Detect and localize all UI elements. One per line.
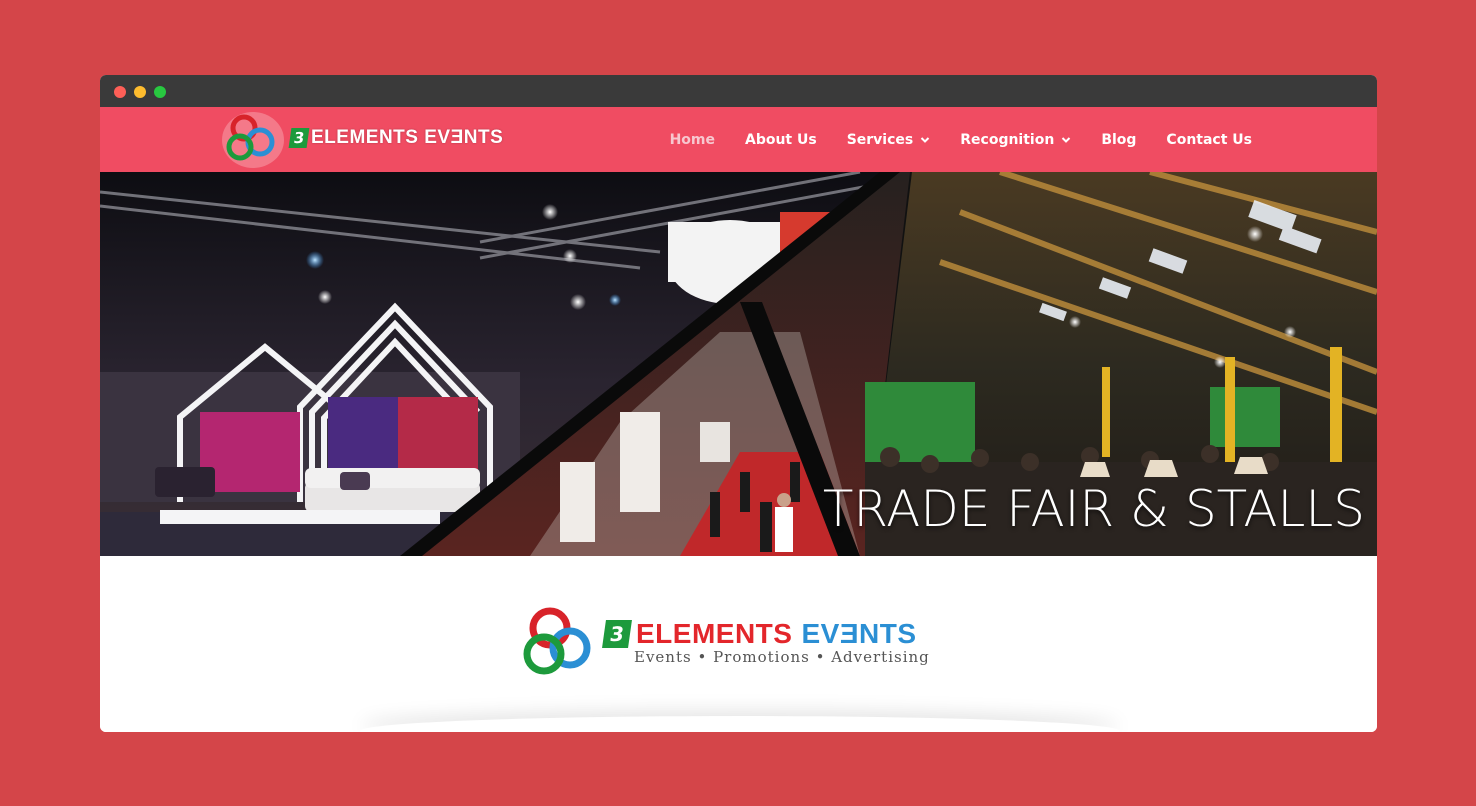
brand-rings-icon [523, 607, 591, 675]
main-nav: Home About Us Services Recognition Blog [640, 107, 1252, 172]
nav-about-us-label: About Us [744, 131, 817, 148]
nav-contact-us[interactable]: Contact Us [1166, 132, 1252, 148]
brand-word-elements: ELEMENTS [636, 618, 793, 649]
maximize-window-dot[interactable] [154, 86, 166, 98]
nav-recognition-label: Recognition [960, 131, 1055, 148]
close-window-dot[interactable] [114, 86, 126, 98]
site-logo[interactable]: 3 ELEMENTS EVƎNTS [218, 109, 518, 169]
hero-banner: TRADE FAIR & STALLS [100, 172, 1377, 556]
nav-services-label: Services [846, 131, 914, 148]
site-header: 3 ELEMENTS EVƎNTS Home About Us Services… [100, 107, 1377, 172]
main-content: 3 ELEMENTS EVƎNTS Events • Promotions • … [100, 556, 1377, 732]
nav-recognition[interactable]: Recognition [960, 132, 1071, 148]
minimize-window-dot[interactable] [134, 86, 146, 98]
brand-word-events: EVƎNTS [801, 618, 917, 649]
window-titlebar [100, 75, 1377, 107]
browser-window: 3 ELEMENTS EVƎNTS Home About Us Services… [100, 75, 1377, 732]
logo-brand-text: ELEMENTS EVƎNTS [311, 127, 504, 148]
nav-home[interactable]: Home [670, 132, 715, 148]
brand-tagline: Events • Promotions • Advertising [634, 648, 930, 666]
brand-logo-large: 3 ELEMENTS EVƎNTS Events • Promotions • … [520, 602, 950, 682]
nav-blog[interactable]: Blog [1101, 132, 1136, 148]
nav-blog-label: Blog [1101, 131, 1137, 148]
chevron-down-icon [921, 136, 930, 143]
nav-services[interactable]: Services [847, 132, 931, 148]
nav-home-label: Home [669, 131, 715, 148]
hero-caption: TRADE FAIR & STALLS [822, 480, 1365, 538]
nav-about-us[interactable]: About Us [745, 132, 817, 148]
logo-rings-icon [222, 112, 284, 168]
section-shadow [360, 716, 1120, 732]
nav-contact-us-label: Contact Us [1166, 131, 1252, 148]
logo-number-badge: 3 [288, 128, 310, 148]
brand-number-badge: 3 [602, 620, 632, 648]
chevron-down-icon [1062, 136, 1071, 143]
